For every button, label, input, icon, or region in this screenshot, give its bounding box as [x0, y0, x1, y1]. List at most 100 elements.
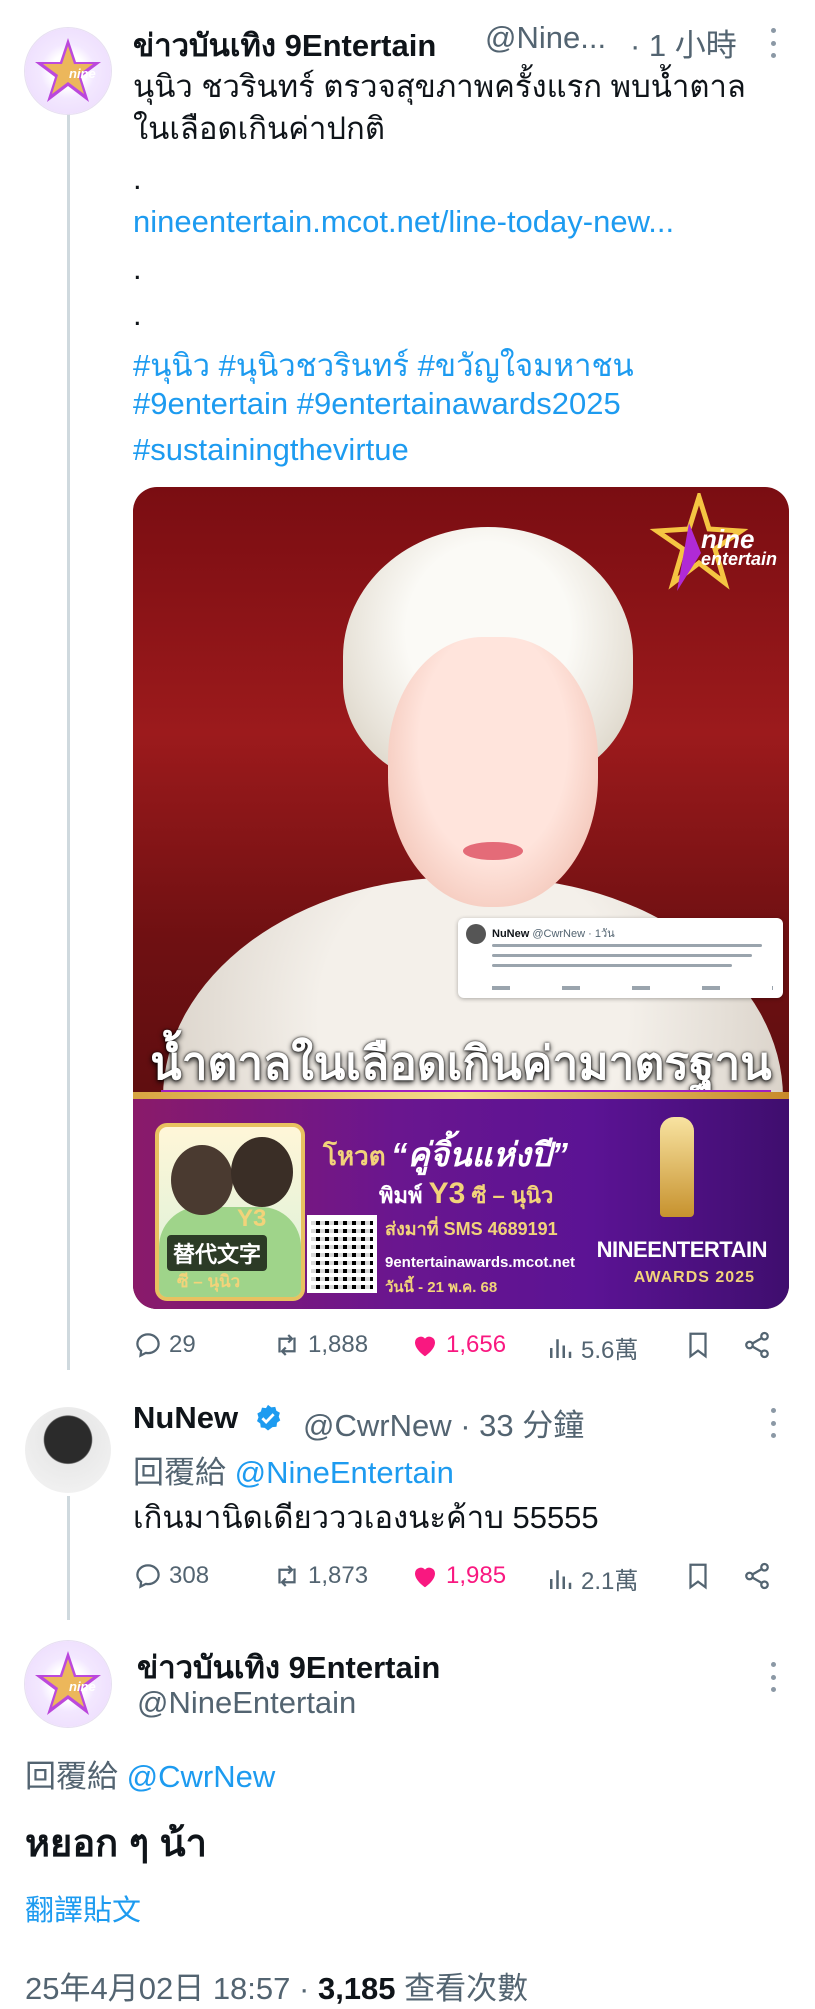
- portrait-face: [388, 637, 598, 907]
- reply-count: 308: [169, 1562, 210, 1589]
- logo-word-nine: nine: [700, 524, 755, 554]
- portrait-lips: [463, 842, 523, 860]
- couple-code: Y3: [237, 1205, 267, 1232]
- avatar[interactable]: nine: [25, 28, 111, 114]
- repost-count: 1,888: [308, 1331, 369, 1358]
- views-chart-icon: [550, 1338, 572, 1358]
- logo-wordmark: nine entertain: [700, 524, 777, 569]
- author-handle[interactable]: @NineEntertain: [137, 1685, 356, 1721]
- heart-filled-icon: [415, 1336, 435, 1357]
- hashtags-line[interactable]: #นุนิว #นุนิวชวรินทร์ #ขวัญใจมหาชน: [133, 340, 634, 390]
- bookmark-icon: [689, 1332, 707, 1359]
- author-handle[interactable]: @CwrNew · 33 分鐘: [303, 1400, 584, 1445]
- person-left: [171, 1145, 233, 1215]
- post-meta: 25年4月02日 18:57 · 3,185 查看次數: [25, 1963, 528, 2008]
- reply-button[interactable]: 29: [133, 1330, 196, 1360]
- more-options-icon[interactable]: [770, 1662, 776, 1692]
- hashtags-line[interactable]: #sustainingthevirtue: [133, 432, 409, 468]
- reply-label: 回覆給: [133, 1455, 226, 1490]
- trophy-icon: [660, 1117, 694, 1217]
- post-image[interactable]: nine entertain NuNew @CwrNew · 1วัน น้ำต…: [133, 487, 789, 1309]
- share-button[interactable]: [742, 1561, 772, 1591]
- couple-caption: ซี – นุนิว: [177, 1272, 241, 1291]
- embedded-author-name: NuNew: [492, 928, 530, 940]
- post-text-line: นุนิว ชวรินทร์ ตรวจสุขภาพครั้งแรก พบน้ำต…: [133, 69, 746, 104]
- embedded-tweet-card: NuNew @CwrNew · 1วัน: [458, 918, 783, 998]
- reply-icon: [136, 1333, 160, 1358]
- thread-line: [67, 112, 70, 1370]
- embedded-avatar: [466, 924, 486, 944]
- vote-code-prefix: พิมพ์: [379, 1183, 423, 1208]
- bookmark-button[interactable]: [683, 1330, 713, 1360]
- like-button[interactable]: 1,985: [410, 1561, 506, 1591]
- embedded-actions: [492, 986, 773, 990]
- share-icon: [745, 1331, 769, 1359]
- nine-logo-icon: nine: [35, 38, 101, 102]
- repost-count: 1,873: [308, 1562, 369, 1589]
- post-link[interactable]: nineentertain.mcot.net/line-today-new...: [133, 204, 674, 240]
- post-time[interactable]: · 1 小時: [630, 20, 737, 65]
- heart-filled-icon: [415, 1567, 435, 1588]
- svg-text:nine: nine: [69, 1679, 96, 1694]
- repost-icon: [278, 1334, 296, 1356]
- bookmark-icon: [689, 1563, 707, 1590]
- like-count: 1,985: [446, 1562, 507, 1589]
- svg-text:nine: nine: [69, 66, 96, 81]
- like-button[interactable]: 1,656: [410, 1330, 506, 1360]
- couple-photo: Y3 替代文字 ซี – นุนิว: [155, 1123, 305, 1301]
- vote-code: พิมพ์ Y3 ซี – นุนิว: [379, 1177, 553, 1213]
- embedded-handle: @CwrNew · 1วัน: [532, 928, 615, 940]
- post-text-dot: .: [133, 251, 142, 286]
- like-count: 1,656: [446, 1331, 507, 1358]
- vote-code-suffix: ซี – นุนิว: [471, 1183, 554, 1208]
- vote-code-value: Y3: [428, 1177, 466, 1210]
- reply-button[interactable]: 308: [133, 1561, 209, 1591]
- share-button[interactable]: [742, 1330, 772, 1360]
- repost-icon: [278, 1565, 296, 1587]
- views-button[interactable]: 5.6萬: [545, 1330, 638, 1365]
- vote-url: 9entertainawards.mcot.net: [385, 1254, 576, 1271]
- views-count: 2.1萬: [581, 1568, 639, 1595]
- repost-button[interactable]: 1,888: [272, 1330, 368, 1360]
- verified-badge-icon: [256, 1404, 280, 1431]
- post-text-dot: .: [133, 297, 142, 332]
- award-title: NINEENTERTAIN: [596, 1237, 768, 1262]
- post-text: หยอก ๆ น้า: [25, 1823, 207, 1865]
- reply-count: 29: [169, 1331, 196, 1358]
- logo-word-entertain: entertain: [700, 549, 777, 569]
- alt-text-badge[interactable]: 替代文字: [167, 1235, 268, 1271]
- vote-sms: ส่งมาที่ SMS 4689191: [385, 1219, 558, 1239]
- translate-post-link[interactable]: 翻譯貼文: [25, 1887, 141, 1929]
- reply-to-link[interactable]: @CwrNew: [127, 1759, 276, 1794]
- post-text-line: ในเลือดเกินค่าปกติ: [133, 111, 385, 146]
- award-year: AWARDS 2025: [633, 1269, 755, 1286]
- avatar[interactable]: [25, 1407, 111, 1493]
- nine-logo-icon: nine: [35, 1651, 101, 1715]
- views-chart-icon: [550, 1569, 572, 1589]
- author-name[interactable]: NuNew: [133, 1400, 283, 1436]
- reply-context: 回覆給 @CwrNew: [25, 1751, 275, 1796]
- views-total: 3,185: [317, 1971, 396, 2006]
- more-options-icon[interactable]: [770, 1408, 776, 1438]
- views-button[interactable]: 2.1萬: [545, 1561, 638, 1596]
- avatar[interactable]: nine: [25, 1641, 111, 1727]
- qr-code-icon: [307, 1215, 377, 1293]
- post-text-dot: .: [133, 161, 142, 196]
- author-name[interactable]: ข่าวบันเทิง 9Entertain: [133, 20, 436, 70]
- post-text: เกินมานิดเดียวววเองนะค้าบ 55555: [133, 1500, 599, 1535]
- reply-icon: [136, 1564, 160, 1589]
- reply-label: 回覆給: [25, 1759, 118, 1794]
- reply-to-link[interactable]: @NineEntertain: [235, 1455, 454, 1490]
- embedded-text-line: [492, 944, 762, 947]
- repost-button[interactable]: 1,873: [272, 1561, 368, 1591]
- author-handle[interactable]: @Nine...: [485, 20, 606, 56]
- thread-line: [67, 1496, 70, 1620]
- embedded-text-line: [492, 964, 732, 967]
- more-options-icon[interactable]: [770, 28, 776, 58]
- bookmark-button[interactable]: [683, 1561, 713, 1591]
- person-right: [231, 1137, 293, 1207]
- hashtags-line[interactable]: #9entertain #9entertainawards2025: [133, 386, 621, 422]
- post-timestamp[interactable]: 25年4月02日 18:57 ·: [25, 1971, 318, 2006]
- embedded-author: NuNew @CwrNew · 1วัน: [492, 924, 615, 942]
- share-icon: [745, 1562, 769, 1590]
